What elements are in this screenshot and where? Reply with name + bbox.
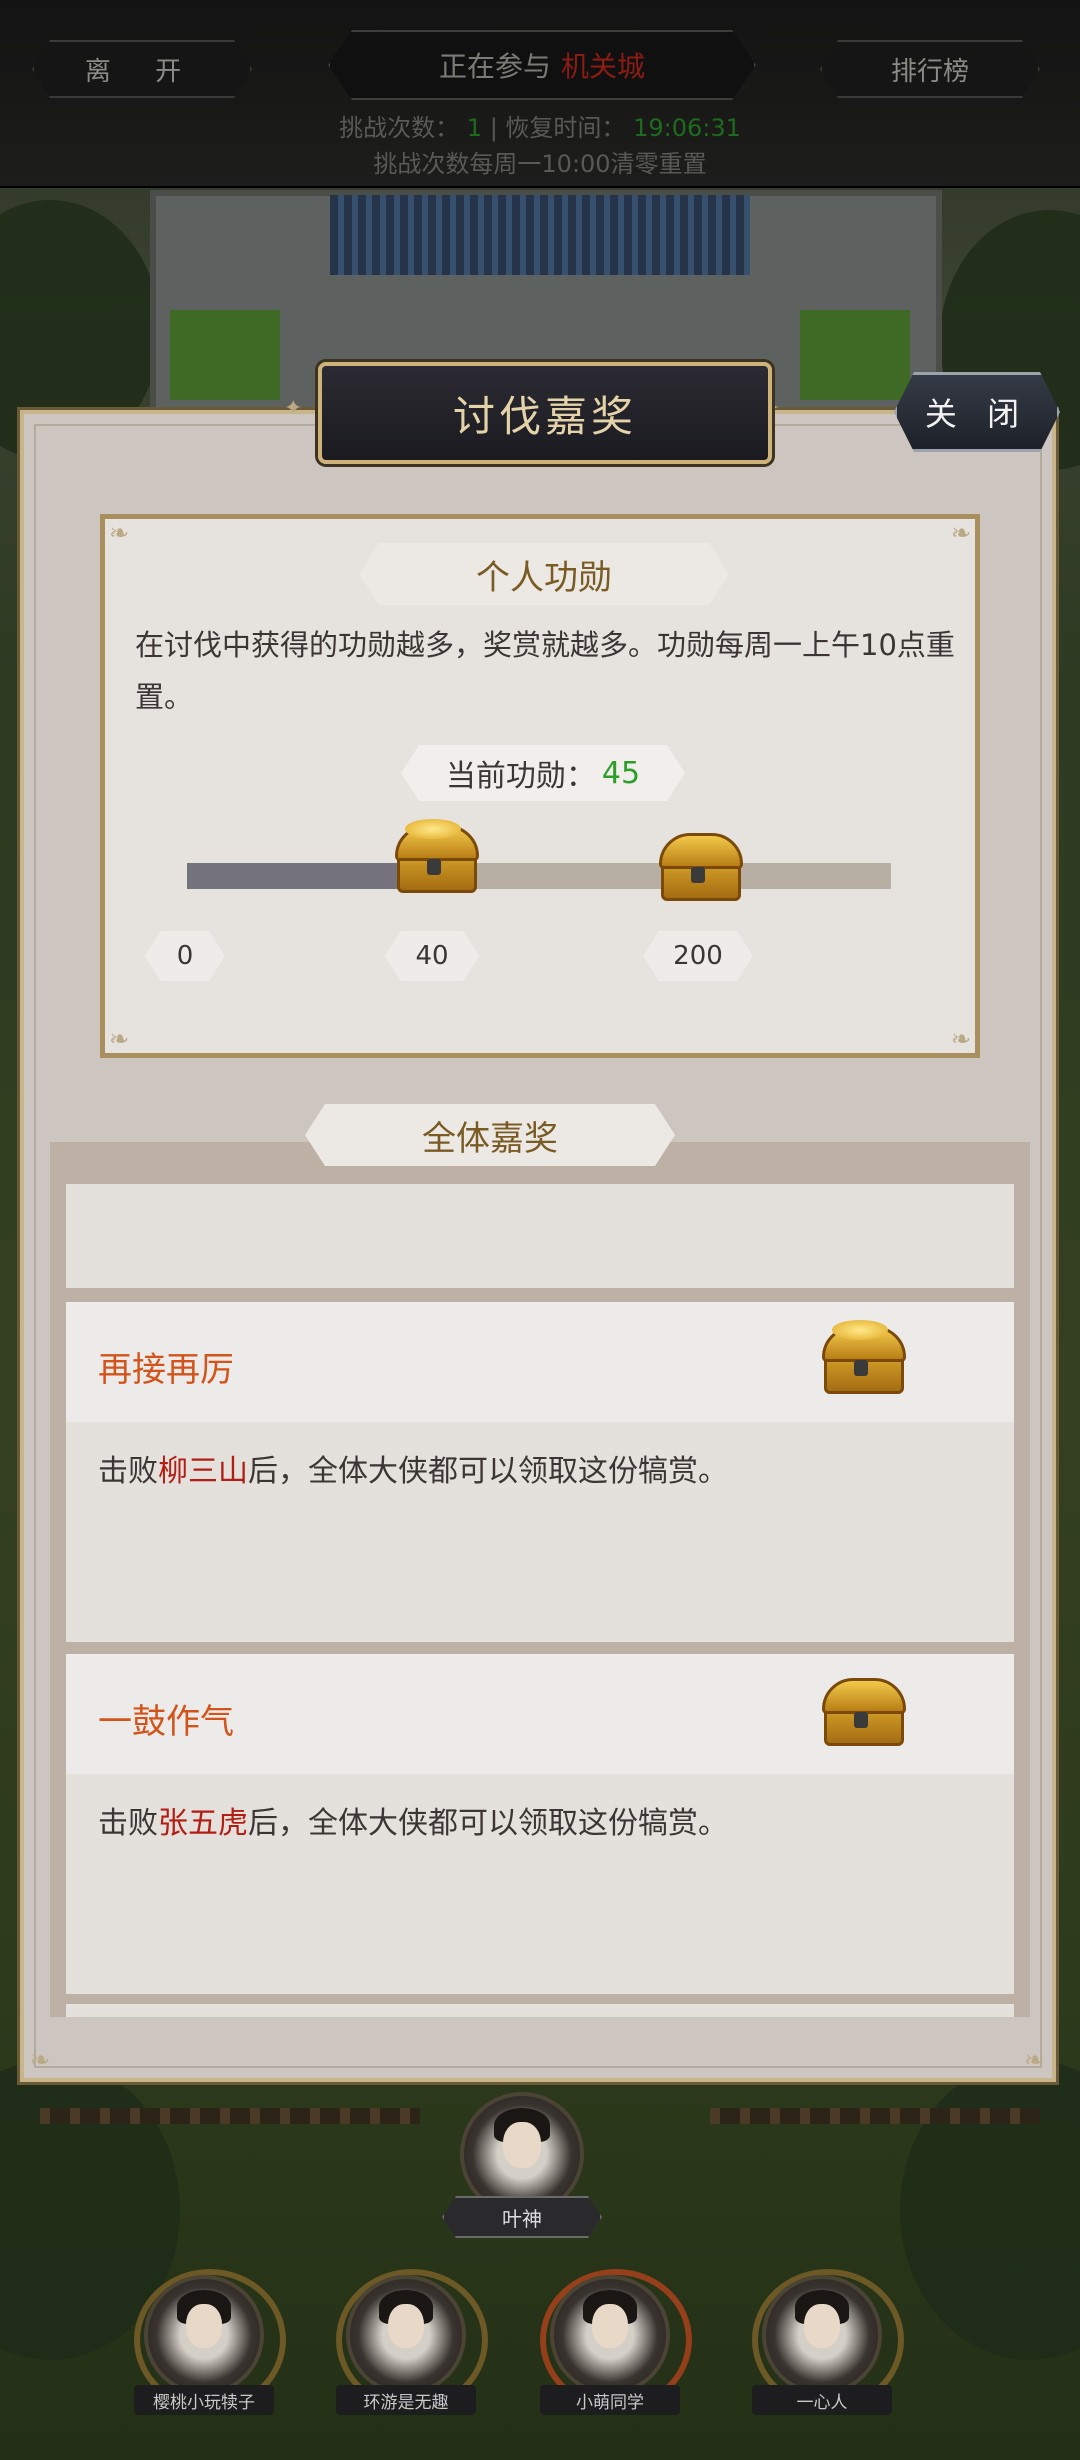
- personal-merit-description: 在讨伐中获得的功勋越多，奖赏就越多。功勋每周一上午10点重置。: [135, 628, 955, 714]
- challenge-status: 挑战次数： 1 | 恢复时间： 19:06:31: [0, 108, 1080, 143]
- event-city-name: 机关城: [561, 50, 646, 83]
- personal-merit-tag: 个人功勋: [359, 543, 729, 605]
- reward-card-header: 一鼓作气: [66, 1654, 1014, 1774]
- party-member-name: 环游是无趣: [336, 2385, 476, 2415]
- leaderboard-button[interactable]: 排行榜: [820, 40, 1040, 98]
- boss-name: 柳三山: [158, 1454, 248, 1489]
- treasure-chest-icon[interactable]: [655, 827, 743, 901]
- reward-card[interactable]: 一鼓作气 击败张五虎后，全体大侠都可以领取这份犒赏。: [66, 1654, 1014, 1994]
- leave-button[interactable]: 离 开: [32, 40, 252, 98]
- reward-card[interactable]: 再接再厉 击败柳三山后，全体大侠都可以领取这份犒赏。: [66, 1302, 1014, 1642]
- avatar: [550, 2275, 670, 2395]
- treasure-chest-icon[interactable]: [391, 819, 479, 893]
- group-reward-tag: 全体嘉奖: [305, 1104, 675, 1166]
- event-title-prefix: 正在参与: [438, 50, 551, 83]
- reward-card-header: 再接再厉: [66, 1302, 1014, 1422]
- reward-card-title: 再接再厉: [98, 1350, 234, 1390]
- desc-prefix: 击败: [98, 1806, 158, 1841]
- current-merit-label: 当前功勋：: [445, 759, 596, 794]
- list-item: [66, 2004, 1014, 2017]
- current-merit-value: 45: [601, 755, 641, 791]
- event-title-plate: 正在参与 机关城: [328, 30, 756, 100]
- panel-title: 讨伐嘉奖: [318, 362, 772, 464]
- list-item: [66, 1184, 1014, 1288]
- party-member-name: 小萌同学: [540, 2385, 680, 2415]
- milestone-label: 0: [145, 931, 225, 981]
- top-bar: 离 开 正在参与 机关城 排行榜 挑战次数： 1 | 恢复时间： 19:06:3…: [0, 0, 1080, 188]
- challenge-count-label: 挑战次数：: [339, 114, 460, 142]
- avatar: [346, 2275, 466, 2395]
- title-ornament-left: ✦: [284, 396, 303, 421]
- status-divider: |: [489, 114, 506, 142]
- reward-card-title: 一鼓作气: [98, 1702, 234, 1742]
- challenge-count-value: 1: [466, 114, 483, 142]
- leader-name: 叶神: [442, 2196, 602, 2238]
- milestone-label: 200: [643, 931, 753, 981]
- treasure-chest-icon[interactable]: [818, 1672, 906, 1746]
- desc-suffix: 后，全体大侠都可以领取这份犒赏。: [248, 1806, 728, 1841]
- reward-card-description: 击败柳三山后，全体大侠都可以领取这份犒赏。: [98, 1446, 728, 1490]
- corner-ornament: ❧: [30, 2046, 51, 2074]
- current-merit: 当前功勋： 45: [401, 745, 685, 801]
- party-member[interactable]: 一心人: [752, 2269, 904, 2415]
- group-reward-list[interactable]: 再接再厉 击败柳三山后，全体大侠都可以领取这份犒赏。 一鼓作气 击败张五虎后，全…: [50, 1142, 1030, 2017]
- reward-card-description: 击败张五虎后，全体大侠都可以领取这份犒赏。: [98, 1798, 728, 1842]
- boss-name: 张五虎: [158, 1806, 248, 1841]
- party-member-name: 一心人: [752, 2385, 892, 2415]
- merit-progress-bar: [187, 863, 891, 889]
- desc-prefix: 击败: [98, 1454, 158, 1489]
- party-member[interactable]: 环游是无趣: [336, 2269, 488, 2415]
- party-member[interactable]: 小萌同学: [540, 2269, 692, 2415]
- recover-time-value: 19:06:31: [633, 114, 741, 142]
- avatar: [762, 2275, 882, 2395]
- desc-suffix: 后，全体大侠都可以领取这份犒赏。: [248, 1454, 728, 1489]
- corner-ornament: ❧: [950, 519, 971, 547]
- party-member-name: 樱桃小玩犊子: [134, 2385, 274, 2415]
- recover-time-label: 恢复时间：: [505, 114, 626, 142]
- close-button[interactable]: 关 闭: [894, 372, 1060, 452]
- milestone-label: 40: [385, 931, 479, 981]
- treasure-chest-icon[interactable]: [818, 1320, 906, 1394]
- corner-ornament: ❧: [109, 519, 130, 547]
- avatar: [144, 2275, 264, 2395]
- corner-ornament: ❧: [1024, 2046, 1045, 2074]
- corner-ornament: ❧: [109, 1025, 130, 1053]
- fortress-roof: [330, 195, 750, 275]
- corner-ornament: ❧: [950, 1025, 971, 1053]
- personal-merit-box: ❧ ❧ ❧ ❧ 个人功勋 在讨伐中获得的功勋越多，奖赏就越多。功勋每周一上午10…: [100, 514, 980, 1058]
- reset-note: 挑战次数每周一10:00清零重置: [373, 150, 707, 178]
- party-member[interactable]: 樱桃小玩犊子: [134, 2269, 286, 2415]
